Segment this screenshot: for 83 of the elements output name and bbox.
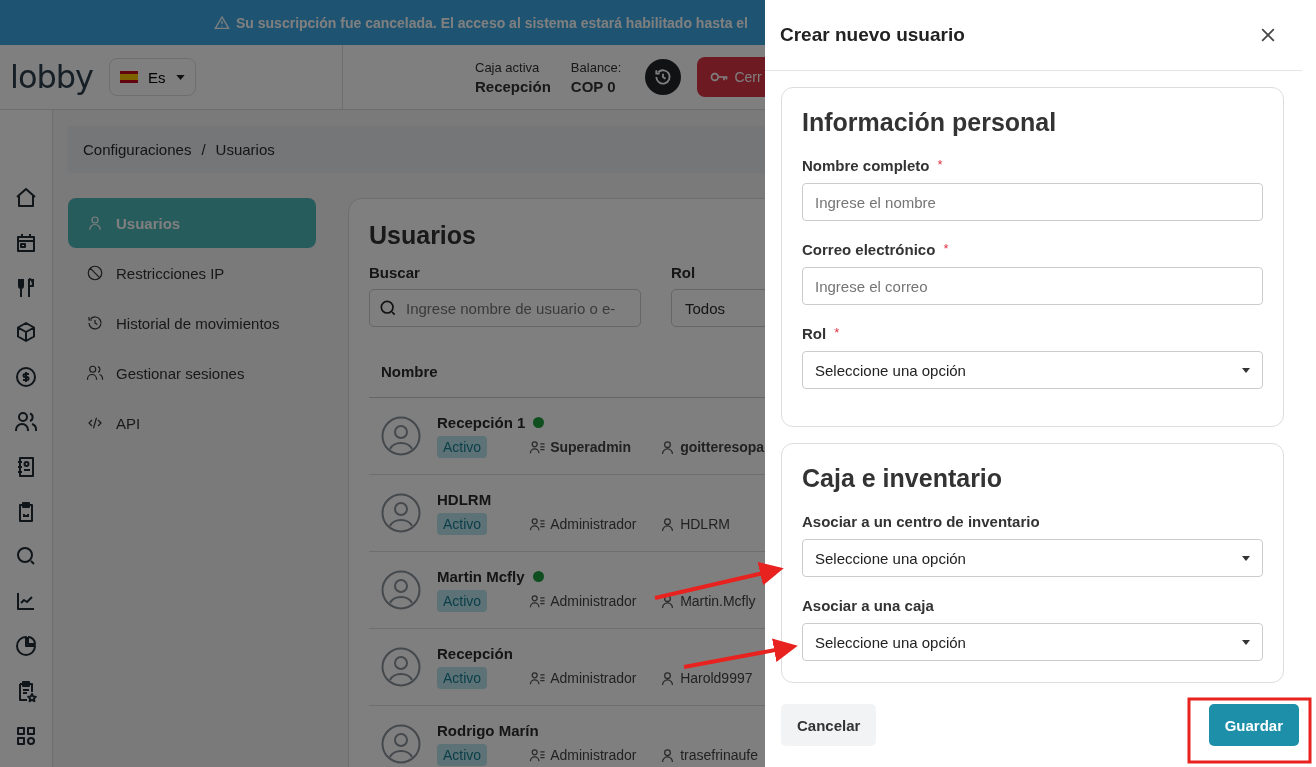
panel-title: Usuarios (369, 221, 476, 250)
user-list-icon (529, 515, 547, 533)
select-field[interactable]: Seleccione una opción (802, 623, 1263, 661)
search-label: Buscar (369, 264, 420, 281)
settings-nav-item[interactable]: Gestionar sesiones (68, 348, 316, 398)
user-name: Recepción (437, 645, 513, 662)
home-icon[interactable] (14, 186, 38, 210)
role-text: Administrador (550, 747, 637, 763)
caret-icon (175, 74, 185, 80)
register-value: Recepción (475, 77, 551, 95)
history-button[interactable] (645, 59, 682, 95)
user-name: Recepción 1 (437, 414, 526, 431)
user-icon (86, 214, 104, 232)
ban-icon (86, 264, 104, 282)
role-text: Administrador (550, 670, 637, 686)
role-text: Administrador (550, 593, 637, 609)
user-name: HDLRM (437, 491, 492, 508)
user-list-icon (529, 746, 547, 764)
username-text: goitteresopa (680, 439, 765, 455)
users-icon[interactable] (14, 410, 38, 434)
drawer-title: Crear nuevo usuario (780, 24, 965, 46)
register-label: Caja activa (475, 59, 541, 75)
breadcrumb-link[interactable]: Configuraciones (83, 141, 192, 158)
caret-icon (1242, 639, 1250, 645)
warning-icon (214, 14, 230, 31)
role-label: Rol (671, 264, 696, 281)
user-list-icon (529, 669, 547, 687)
box-icon[interactable] (14, 320, 38, 345)
logo: lobby (10, 58, 94, 96)
required-mark: * (834, 325, 840, 342)
avatar-icon (381, 570, 421, 610)
search-icon (378, 298, 398, 318)
role-text: Administrador (550, 516, 637, 532)
required-mark: * (937, 157, 943, 174)
field-label: Nombre completo (802, 157, 930, 174)
status-badge: Activo (437, 436, 488, 458)
user-list-icon (529, 438, 547, 456)
input-field[interactable]: Ingrese el nombre (802, 183, 1263, 221)
dollar-icon[interactable] (14, 365, 38, 390)
section-title: Información personal (802, 108, 1058, 137)
language-button[interactable]: Es (109, 58, 196, 96)
username-text: trasefrinaufe (680, 747, 758, 763)
balance-value: COP 0 (570, 77, 617, 95)
search-field[interactable]: Ingrese nombre de usuario o e- (369, 289, 641, 327)
breadcrumb-separator: / (201, 141, 206, 158)
status-badge: Activo (437, 590, 488, 612)
username-text: Martin.Mcfly (680, 593, 756, 609)
select-field[interactable]: Seleccione una opción (802, 351, 1263, 389)
caret-icon (1242, 367, 1250, 373)
user-list-icon (529, 592, 547, 610)
username-text: Harold9997 (680, 670, 753, 686)
field-label: Asociar a un centro de inventario (802, 513, 1040, 530)
settings-nav-item[interactable]: Historial de movimientos (68, 298, 316, 348)
avatar-icon (381, 724, 421, 764)
balance-label: Balance: (570, 59, 622, 75)
avatar-icon (381, 493, 421, 533)
users-icon (86, 364, 104, 382)
save-button[interactable]: Guardar (1208, 704, 1299, 746)
history-icon (86, 314, 104, 332)
field-label: Rol (802, 325, 827, 342)
status-badge: Activo (437, 513, 488, 535)
flag-icon (120, 71, 139, 83)
avatar-icon (381, 416, 421, 456)
role-text: Superadmin (550, 439, 632, 455)
caret-icon (1242, 555, 1250, 561)
settings-nav-item[interactable]: API (68, 398, 316, 448)
pie-chart-icon[interactable] (14, 633, 38, 658)
user-name: Martin Mcfly (437, 568, 525, 585)
notice-text: Su suscripción fue cancelada. El acceso al sistema estará habilitado hasta el (236, 14, 748, 31)
select-field[interactable]: Seleccione una opción (802, 539, 1263, 577)
avatar-icon (381, 647, 421, 687)
cancel-button[interactable]: Cancelar (781, 704, 877, 746)
history-icon (653, 67, 674, 87)
required-mark: * (943, 241, 949, 258)
field-label: Asociar a una caja (802, 597, 934, 614)
status-badge: Activo (437, 744, 488, 766)
settings-nav-item[interactable]: Restricciones IP (68, 248, 316, 298)
user-name: Rodrigo Marín (437, 722, 539, 739)
status-badge: Activo (437, 667, 488, 689)
username-text: HDLRM (680, 516, 730, 532)
input-field[interactable]: Ingrese el correo (802, 267, 1263, 305)
section-title: Caja e inventario (802, 464, 1004, 493)
field-label: Correo electrónico (802, 241, 936, 258)
